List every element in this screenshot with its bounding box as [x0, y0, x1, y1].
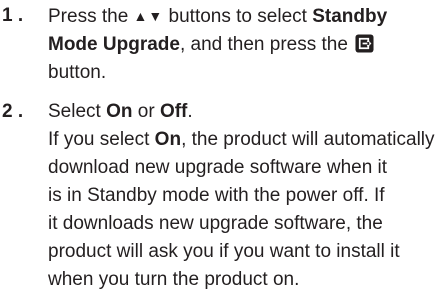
option-off-bold: Off: [159, 101, 188, 122]
description-line: product will ask you if you want to inst…: [48, 241, 400, 262]
instruction-text: Press the: [48, 6, 129, 27]
option-on-bold: On: [106, 101, 133, 122]
instruction-text: , and then press the: [179, 34, 348, 55]
option-on-bold: On: [154, 129, 182, 150]
menu-name-bold: Standby: [312, 6, 388, 27]
step-number: 1 .: [2, 5, 24, 26]
step-line: Mode Upgrade, and then press the: [48, 31, 443, 59]
description-text: If you select: [48, 129, 150, 150]
description-line: when you turn the product on.: [48, 269, 300, 290]
step-body: Press the ▲▼ buttons to select Standby M…: [48, 2, 443, 87]
description-text: , the product will automatically: [181, 129, 435, 150]
step-line: button.: [48, 62, 107, 83]
up-down-arrows-icon: ▲▼: [133, 8, 164, 24]
menu-name-bold: Mode Upgrade: [48, 34, 180, 55]
step-line: Select On or Off.: [48, 98, 443, 126]
instruction-text: Select: [48, 101, 101, 122]
description-line: it downloads new upgrade software, the: [48, 213, 383, 234]
enter-icon: [355, 34, 374, 53]
description-line: is in Standby mode with the power off. I…: [48, 185, 385, 206]
instruction-text: .: [187, 101, 193, 122]
step-line: Press the ▲▼ buttons to select Standby: [48, 2, 443, 31]
instruction-text: or: [137, 101, 155, 122]
description-line: download new upgrade software when it: [48, 157, 388, 178]
instruction-text: buttons to select: [168, 6, 307, 27]
step-line: If you select On, the product will autom…: [48, 126, 443, 154]
step-number: 2 .: [2, 101, 24, 122]
